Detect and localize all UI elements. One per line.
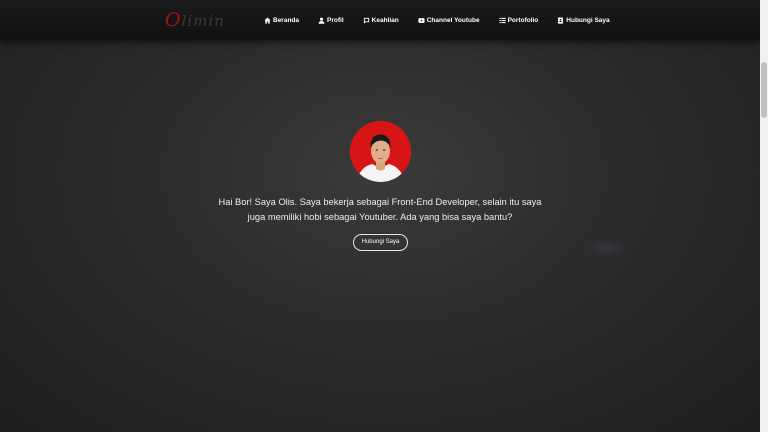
user-icon [318,17,325,24]
list-icon [499,17,506,23]
scrollbar-thumb[interactable] [761,62,767,118]
nav-item-hubungi-saya[interactable]: Hubungi Saya [557,16,610,24]
youtube-icon [418,17,425,23]
nav-item-keahlian[interactable]: Keahlian [363,17,399,24]
main-nav: Beranda Profil Keahlian Channel Youtube … [264,0,629,40]
profile-avatar [350,121,411,182]
nav-item-portofolio[interactable]: Portofolio [499,17,538,24]
contact-button[interactable]: Hubungi Saya [353,234,408,251]
page: Olimin Beranda Profil Keahlian Channel Y… [0,0,768,432]
nav-item-beranda[interactable]: Beranda [264,17,299,24]
site-logo[interactable]: Olimin [165,9,225,31]
intro-text: Hai Bor! Saya Olis. Saya bekerja sebagai… [218,197,542,222]
nav-item-profil[interactable]: Profil [318,17,344,24]
tools-icon [363,17,369,24]
nav-item-channel-youtube[interactable]: Channel Youtube [418,17,480,24]
background-glow [587,240,627,256]
navbar: Olimin Beranda Profil Keahlian Channel Y… [0,0,760,40]
home-icon [264,16,271,24]
address-book-icon [558,16,564,24]
avatar-portrait [350,121,411,182]
scrollbar[interactable] [760,0,768,432]
